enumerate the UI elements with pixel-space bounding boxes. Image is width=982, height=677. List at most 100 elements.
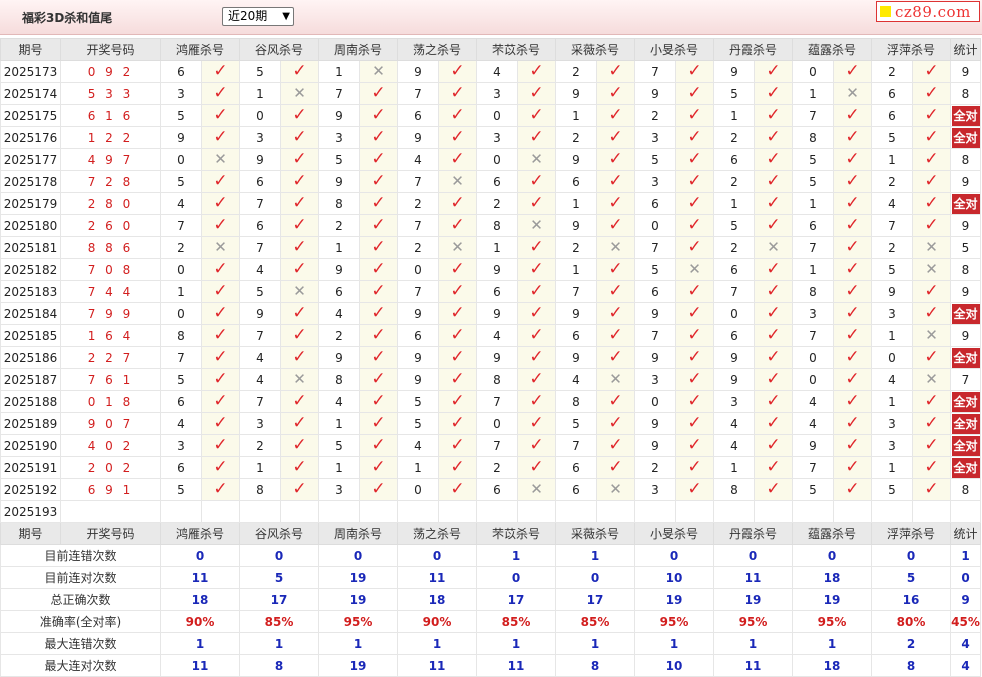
check-icon: ✓ <box>529 237 544 258</box>
check-icon: ✓ <box>608 193 623 214</box>
stats-value: 11 <box>476 654 556 677</box>
hit-mark-cell: ✓ <box>675 346 714 369</box>
miss-mark-cell: ✕ <box>280 368 319 391</box>
kill-number: 3 <box>160 434 202 457</box>
issue-number: 2025189 <box>0 412 61 435</box>
check-icon: ✓ <box>687 105 702 126</box>
kill-number: 7 <box>713 280 755 303</box>
check-icon: ✓ <box>766 259 781 280</box>
col-header-predictor: 鸿雁杀号 <box>160 38 240 61</box>
table-row: 2025182 7 0 8 0 ✓ 4 ✓ 9 ✓ 0 ✓ 9 ✓ 1 ✓ 5 ✕ 6 ✓ 1 ✓ 5 ✕ 8 <box>0 258 981 281</box>
check-icon: ✓ <box>608 347 623 368</box>
hit-mark-cell: ✓ <box>280 434 319 457</box>
check-icon: ✓ <box>924 457 939 478</box>
kill-number: 6 <box>634 280 676 303</box>
hit-mark-cell: ✓ <box>517 324 556 347</box>
hit-mark-cell: ✓ <box>438 60 477 83</box>
stats-value: 19 <box>713 588 793 611</box>
check-icon: ✓ <box>608 149 623 170</box>
stats-value: 90% <box>160 610 240 633</box>
period-select[interactable]: 近20期 ▼ <box>222 7 294 26</box>
check-icon: ✓ <box>687 325 702 346</box>
hit-mark-cell: ✓ <box>359 192 398 215</box>
check-icon: ✓ <box>845 237 860 258</box>
check-icon: ✓ <box>529 369 544 390</box>
kill-number: 2 <box>871 236 913 259</box>
stats-value: 11 <box>713 654 793 677</box>
kill-number: 9 <box>713 346 755 369</box>
hit-mark-cell: ✓ <box>912 170 951 193</box>
kill-number: 7 <box>239 390 281 413</box>
table-row: 2025180 2 6 0 7 ✓ 6 ✓ 2 ✓ 7 ✓ 8 ✕ 9 ✓ 0 ✓ 5 ✓ 6 ✓ 7 ✓ 9 <box>0 214 981 237</box>
hit-mark-cell: ✓ <box>438 346 477 369</box>
check-icon: ✓ <box>924 281 939 302</box>
miss-mark-cell: ✕ <box>201 236 240 259</box>
issue-number: 2025186 <box>0 346 61 369</box>
stats-value: 1 <box>476 544 556 567</box>
hit-mark-cell: ✓ <box>912 434 951 457</box>
stats-value: 0 <box>792 544 872 567</box>
hit-mark-cell: ✓ <box>675 324 714 347</box>
check-icon: ✓ <box>687 215 702 236</box>
check-icon: ✓ <box>292 259 307 280</box>
issue-number: 2025180 <box>0 214 61 237</box>
hit-mark-cell: ✓ <box>201 346 240 369</box>
check-icon: ✓ <box>687 479 702 500</box>
site-logo[interactable]: cz89.com <box>876 1 980 22</box>
hit-mark-cell: ✓ <box>912 346 951 369</box>
kill-number: 3 <box>634 368 676 391</box>
kill-number: 7 <box>792 104 834 127</box>
check-icon: ✓ <box>687 303 702 324</box>
hit-mark-cell: ✓ <box>517 192 556 215</box>
hit-mark-cell: ✓ <box>359 390 398 413</box>
check-icon: ✓ <box>371 237 386 258</box>
stats-value: 95% <box>634 610 714 633</box>
check-icon: ✓ <box>766 127 781 148</box>
check-icon: ✓ <box>924 193 939 214</box>
stats-value: 1 <box>555 544 635 567</box>
hit-mark-cell: ✓ <box>754 434 793 457</box>
kill-number: 2 <box>634 456 676 479</box>
check-icon: ✓ <box>213 105 228 126</box>
check-icon: ✓ <box>213 413 228 434</box>
col-header-predictor: 浮萍杀号 <box>871 38 951 61</box>
check-icon: ✓ <box>608 105 623 126</box>
hit-mark-cell: ✓ <box>912 214 951 237</box>
kill-number: 5 <box>634 258 676 281</box>
hit-mark-cell: ✓ <box>438 82 477 105</box>
current-kill-blank <box>833 500 872 523</box>
kill-number: 0 <box>160 258 202 281</box>
current-kill-blank <box>912 500 951 523</box>
check-icon: ✓ <box>292 171 307 192</box>
hit-mark-cell: ✓ <box>280 258 319 281</box>
check-icon: ✓ <box>529 413 544 434</box>
col-header-predictor: 荡之杀号 <box>397 38 477 61</box>
col-header-predictor: 谷风杀号 <box>239 38 319 61</box>
stats-value: 17 <box>555 588 635 611</box>
hit-mark-cell: ✓ <box>754 104 793 127</box>
kill-number: 6 <box>713 148 755 171</box>
stats-value: 16 <box>871 588 951 611</box>
check-icon: ✓ <box>529 435 544 456</box>
kill-number: 5 <box>397 412 439 435</box>
kill-number: 7 <box>239 236 281 259</box>
kill-number: 5 <box>318 148 360 171</box>
check-icon: ✓ <box>371 215 386 236</box>
hit-mark-cell: ✓ <box>438 126 477 149</box>
check-icon: ✓ <box>766 171 781 192</box>
draw-number: 8 8 6 <box>60 236 161 259</box>
kill-number: 9 <box>713 60 755 83</box>
kill-number: 3 <box>871 302 913 325</box>
kill-number: 6 <box>555 478 597 501</box>
check-icon: ✓ <box>845 369 860 390</box>
cross-icon: ✕ <box>293 282 306 300</box>
stats-value: 18 <box>160 588 240 611</box>
stats-value: 1 <box>397 632 477 655</box>
stats-value: 18 <box>792 654 872 677</box>
table-row: 2025189 9 0 7 4 ✓ 3 ✓ 1 ✓ 5 ✓ 0 ✓ 5 ✓ 9 ✓ 4 ✓ 4 ✓ 3 ✓ 全对 <box>0 412 981 435</box>
check-icon: ✓ <box>450 479 465 500</box>
all-correct-badge: 全对 <box>951 347 980 368</box>
row-stat: 9 <box>950 170 981 193</box>
check-icon: ✓ <box>371 369 386 390</box>
hit-mark-cell: ✓ <box>675 236 714 259</box>
